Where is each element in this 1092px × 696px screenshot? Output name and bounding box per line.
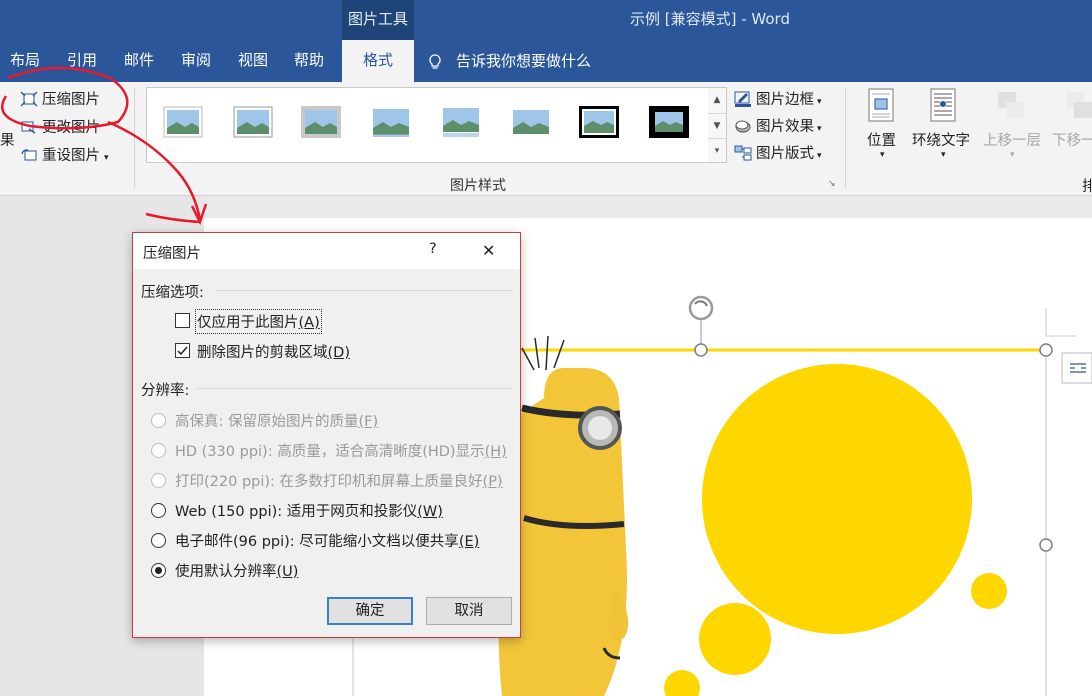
compress-pictures-dialog: 压缩图片 ? ✕ 压缩选项: 仅应用于此图片(A) 删除图片的剪裁区域(D) 分… xyxy=(132,232,521,638)
web-150-radio[interactable] xyxy=(151,503,166,518)
resize-handle-right[interactable] xyxy=(1039,538,1053,552)
style-thumbnail-8[interactable] xyxy=(649,106,689,138)
delete-cropped-label[interactable]: 删除图片的剪裁区域(D) xyxy=(197,341,350,362)
ok-button[interactable]: 确定 xyxy=(327,597,413,625)
arrange-partial-label: 排 xyxy=(1082,179,1092,195)
section-divider xyxy=(215,290,513,291)
red-annotation xyxy=(1,66,208,226)
tab-help[interactable]: 帮助 xyxy=(283,40,335,82)
dropdown-arrow-icon: ▾ xyxy=(880,150,885,160)
ribbon-separator xyxy=(845,88,846,188)
tell-me-text: 告诉我你想要做什么 xyxy=(456,52,592,70)
send-backward-button[interactable]: 下移一 xyxy=(1052,129,1092,150)
wrap-text-icon xyxy=(928,88,962,124)
medium-yellow-circle xyxy=(699,603,771,675)
apply-only-checkbox[interactable] xyxy=(175,313,190,328)
picture-border-label: 图片边框 xyxy=(756,92,814,108)
dropdown-arrow-icon: ▾ xyxy=(817,97,822,107)
layout-options-icon[interactable] xyxy=(1061,352,1092,384)
dialog-launcher-icon[interactable]: ↘ xyxy=(828,179,836,189)
tell-me-box[interactable]: 告诉我你想要做什么 xyxy=(428,40,591,82)
tab-format[interactable]: 格式 xyxy=(342,40,414,82)
compress-options-heading: 压缩选项: xyxy=(141,285,204,301)
section-divider xyxy=(197,388,513,389)
gallery-scroll-down[interactable]: ▼ xyxy=(708,113,726,138)
email-96-label[interactable]: 电子邮件(96 ppi): 尽可能缩小文档以便共享(E) xyxy=(175,530,479,551)
resolution-heading: 分辨率: xyxy=(141,383,190,399)
email-96-radio[interactable] xyxy=(151,533,166,548)
style-thumbnail-6[interactable] xyxy=(511,106,551,138)
large-yellow-circle xyxy=(702,364,972,634)
checkmark-icon xyxy=(177,346,188,356)
small-yellow-circle xyxy=(971,573,1007,609)
style-thumbnail-7[interactable] xyxy=(579,106,619,138)
picture-tools-context-label: 图片工具 xyxy=(342,0,414,40)
bring-forward-button[interactable]: 上移一层 xyxy=(983,129,1041,150)
wrap-text-button[interactable]: 环绕文字 xyxy=(912,129,970,150)
hd-330-radio[interactable] xyxy=(151,443,166,458)
print-220-radio[interactable] xyxy=(151,473,166,488)
dropdown-arrow-icon: ▾ xyxy=(817,124,822,134)
help-button[interactable]: ? xyxy=(429,241,437,257)
picture-effects-label: 图片效果 xyxy=(756,119,814,135)
title-bar xyxy=(0,0,1092,40)
close-icon[interactable]: ✕ xyxy=(482,241,495,260)
hd-330-label[interactable]: HD (330 ppi): 高质量，适合高清晰度(HD)显示(H) xyxy=(175,440,507,461)
resize-handle-top[interactable] xyxy=(694,343,708,357)
picture-effects-button[interactable]: 图片效果 ▾ xyxy=(734,115,822,136)
position-icon xyxy=(866,88,900,124)
default-resolution-label[interactable]: 使用默认分辨率(U) xyxy=(175,560,298,581)
position-button[interactable]: 位置 xyxy=(867,129,896,150)
high-fidelity-radio[interactable] xyxy=(151,413,166,428)
cancel-button[interactable]: 取消 xyxy=(426,597,512,625)
picture-styles-group-label: 图片样式 xyxy=(450,178,506,194)
gallery-more[interactable]: ▾ xyxy=(708,138,726,163)
page-corner-mark xyxy=(1045,308,1076,337)
picture-layout-button[interactable]: 图片版式 ▾ xyxy=(734,142,822,163)
picture-layout-label: 图片版式 xyxy=(756,146,814,162)
dropdown-arrow-icon: ▾ xyxy=(941,150,946,160)
bring-forward-icon xyxy=(996,90,1026,122)
gallery-scroll-up[interactable]: ▲ xyxy=(708,88,726,112)
window-title: 示例 [兼容模式] - Word xyxy=(630,10,790,28)
picture-border-button[interactable]: 图片边框 ▾ xyxy=(734,88,822,109)
web-150-label[interactable]: Web (150 ppi): 适用于网页和投影仪(W) xyxy=(175,500,443,521)
tiny-yellow-circle xyxy=(664,670,700,696)
style-thumbnail-3[interactable] xyxy=(301,106,341,138)
radio-selected-dot xyxy=(155,567,162,574)
rotate-handle-icon[interactable] xyxy=(688,295,714,321)
dialog-title: 压缩图片 xyxy=(143,246,201,262)
resize-handle-top-right[interactable] xyxy=(1039,343,1053,357)
send-backward-icon xyxy=(1064,90,1092,122)
dropdown-arrow-icon: ▾ xyxy=(817,151,822,161)
style-thumbnail-4[interactable] xyxy=(371,106,411,138)
default-resolution-radio[interactable] xyxy=(151,563,166,578)
picture-layout-icon xyxy=(734,145,752,161)
print-220-label[interactable]: 打印(220 ppi): 在多数打印机和屏幕上质量良好(P) xyxy=(175,470,503,491)
delete-cropped-checkbox[interactable] xyxy=(175,343,190,358)
lightbulb-icon xyxy=(429,53,441,69)
high-fidelity-label[interactable]: 高保真: 保留原始图片的质量(F) xyxy=(175,410,378,431)
gallery-scroll: ▲ ▼ ▾ xyxy=(708,87,727,163)
style-thumbnail-5[interactable] xyxy=(441,106,481,138)
apply-only-label[interactable]: 仅应用于此图片(A) xyxy=(195,309,322,334)
picture-effects-icon xyxy=(735,120,751,133)
dropdown-arrow-icon: ▾ xyxy=(1010,150,1015,160)
picture-border-icon xyxy=(734,91,751,107)
